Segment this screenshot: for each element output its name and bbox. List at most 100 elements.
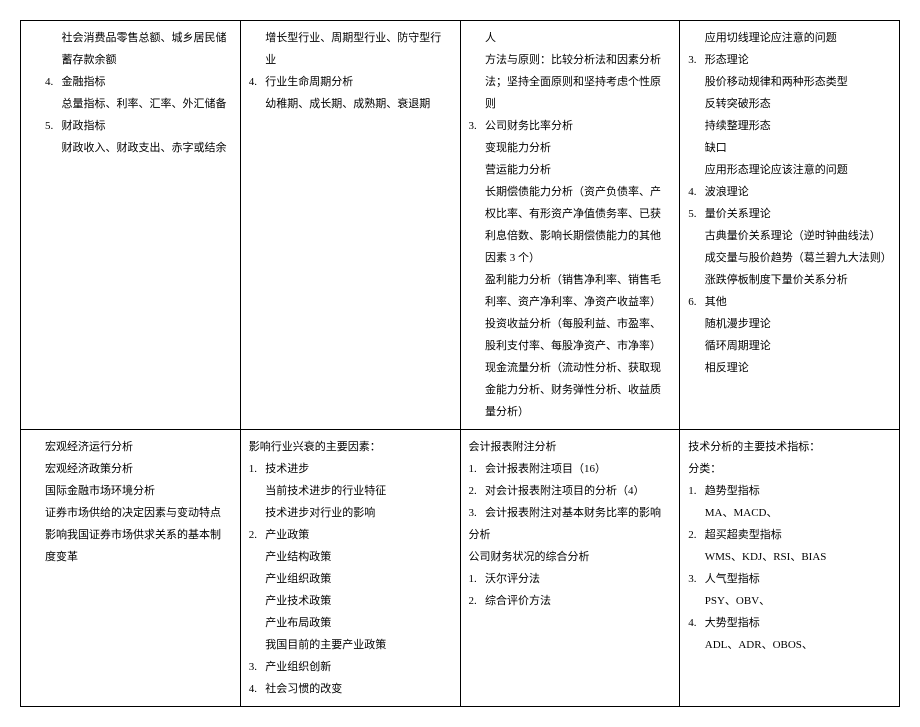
content-table: 社会消费品零售总额、城乡居民储蓄存款余额 4.金融指标 总量指标、利率、汇率、外… (20, 20, 900, 707)
text: 涨跌停板制度下量价关系分析 (688, 269, 891, 291)
text: ADL、ADR、OBOS、 (688, 634, 891, 656)
list-item: 6.其他 (688, 291, 891, 313)
num: 2. (688, 524, 705, 546)
num: 1. (249, 458, 266, 480)
text: 财政收入、财政支出、赤字或结余 (45, 137, 232, 159)
list-item: 4.大势型指标 (688, 612, 891, 634)
text: 幼稚期、成长期、成熟期、衰退期 (249, 93, 452, 115)
text: 产业组织政策 (249, 568, 452, 590)
cell-r2c4: 技术分析的主要技术指标： 分类： 1.趋势型指标 MA、MACD、 2.超买超卖… (680, 430, 900, 707)
list-item: 2.超买超卖型指标 (688, 524, 891, 546)
num: 1. (469, 568, 486, 590)
list-item: 1.会计报表附注项目（16） (469, 458, 672, 480)
num: 4. (45, 71, 62, 93)
num: 2. (249, 524, 266, 546)
list-item: 4.波浪理论 (688, 181, 891, 203)
text: 营运能力分析 (469, 159, 672, 181)
list-item: 2.综合评价方法 (469, 590, 672, 612)
text: 形态理论 (705, 54, 749, 66)
num: 4. (249, 678, 266, 700)
text: 投资收益分析（每股利益、市盈率、股利支付率、每股净资产、市净率） (469, 313, 672, 357)
text: 国际金融市场环境分析 (45, 480, 232, 502)
text: 对会计报表附注项目的分析（4） (485, 485, 645, 497)
text: 综合评价方法 (485, 595, 551, 607)
text: 相反理论 (688, 357, 891, 379)
text: 宏观经济运行分析 (45, 436, 232, 458)
num: 2. (469, 590, 486, 612)
list-item: 2.产业政策 (249, 524, 452, 546)
list-item: 4.金融指标 (45, 71, 232, 93)
text: 随机漫步理论 (688, 313, 891, 335)
num: 3. (249, 656, 266, 678)
num: 6. (688, 291, 705, 313)
table-row: 宏观经济运行分析 宏观经济政策分析 国际金融市场环境分析 证券市场供给的决定因素… (21, 430, 900, 707)
num: 4. (688, 181, 705, 203)
num: 1. (688, 480, 705, 502)
text: 宏观经济政策分析 (45, 458, 232, 480)
list-item: 5.量价关系理论 (688, 203, 891, 225)
list-item: 3.人气型指标 (688, 568, 891, 590)
list-item: 3.公司财务比率分析 (469, 115, 672, 137)
num: 3. (469, 502, 486, 524)
text: 技术进步 (265, 463, 309, 475)
text: 大势型指标 (705, 617, 760, 629)
heading: 分类： (688, 458, 891, 480)
text: MA、MACD、 (688, 502, 891, 524)
cell-r2c3: 会计报表附注分析 1.会计报表附注项目（16） 2.对会计报表附注项目的分析（4… (460, 430, 680, 707)
text: 当前技术进步的行业特征 (249, 480, 452, 502)
num: 2. (469, 480, 486, 502)
text: 社会习惯的改变 (265, 683, 342, 695)
list-item: 2.对会计报表附注项目的分析（4） (469, 480, 672, 502)
text: 量价关系理论 (705, 208, 771, 220)
text: 缺口 (688, 137, 891, 159)
text: 影响我国证券市场供求关系的基本制度变革 (45, 524, 232, 568)
text: 产业布局政策 (249, 612, 452, 634)
text: 波浪理论 (705, 186, 749, 198)
num: 1. (469, 458, 486, 480)
list-item: 3.产业组织创新 (249, 656, 452, 678)
num: 3. (688, 49, 705, 71)
text: 产业政策 (265, 529, 309, 541)
text: 超买超卖型指标 (705, 529, 782, 541)
text: 产业组织创新 (265, 661, 331, 673)
text: 产业技术政策 (249, 590, 452, 612)
text: 财政指标 (62, 120, 106, 132)
num: 3. (469, 115, 486, 137)
num: 5. (45, 115, 62, 137)
text: 应用切线理论应注意的问题 (688, 27, 891, 49)
text: 公司财务比率分析 (485, 120, 573, 132)
text: 证券市场供给的决定因素与变动特点 (45, 502, 232, 524)
text: PSY、OBV、 (688, 590, 891, 612)
list-item: 5.财政指标 (45, 115, 232, 137)
text: 成交量与股价趋势（葛兰碧九大法则） (688, 247, 891, 269)
cell-r1c2: 增长型行业、周期型行业、防守型行业 4.行业生命周期分析 幼稚期、成长期、成熟期… (240, 21, 460, 430)
text: 古典量价关系理论（逆时钟曲线法） (688, 225, 891, 247)
text: 盈利能力分析（销售净利率、销售毛利率、资产净利率、净资产收益率） (469, 269, 672, 313)
num: 3. (688, 568, 705, 590)
cell-r2c2: 影响行业兴衰的主要因素： 1.技术进步 当前技术进步的行业特征 技术进步对行业的… (240, 430, 460, 707)
text: 方法与原则：比较分析法和因素分析法；坚持全面原则和坚持考虑个性原则 (469, 49, 672, 115)
cell-r1c3: 人 方法与原则：比较分析法和因素分析法；坚持全面原则和坚持考虑个性原则 3.公司… (460, 21, 680, 430)
text: 趋势型指标 (705, 485, 760, 497)
text: 技术进步对行业的影响 (249, 502, 452, 524)
text: 我国目前的主要产业政策 (249, 634, 452, 656)
text: 总量指标、利率、汇率、外汇储备 (45, 93, 232, 115)
list-item: 1.沃尔评分法 (469, 568, 672, 590)
text: WMS、KDJ、RSI、BIAS (688, 546, 891, 568)
text: 持续整理形态 (688, 115, 891, 137)
list-item: 4.社会习惯的改变 (249, 678, 452, 700)
text: 其他 (705, 296, 727, 308)
text: 人气型指标 (705, 573, 760, 585)
heading: 会计报表附注分析 (469, 436, 672, 458)
text: 行业生命周期分析 (265, 76, 353, 88)
text: 增长型行业、周期型行业、防守型行业 (249, 27, 452, 71)
text: 变现能力分析 (469, 137, 672, 159)
text: 金融指标 (62, 76, 106, 88)
cell-r1c1: 社会消费品零售总额、城乡居民储蓄存款余额 4.金融指标 总量指标、利率、汇率、外… (21, 21, 241, 430)
num: 5. (688, 203, 705, 225)
list-item: 1.趋势型指标 (688, 480, 891, 502)
num: 4. (688, 612, 705, 634)
list-item: 3.形态理论 (688, 49, 891, 71)
text: 现金流量分析（流动性分析、获取现金能力分析、财务弹性分析、收益质量分析） (469, 357, 672, 423)
num: 4. (249, 71, 266, 93)
